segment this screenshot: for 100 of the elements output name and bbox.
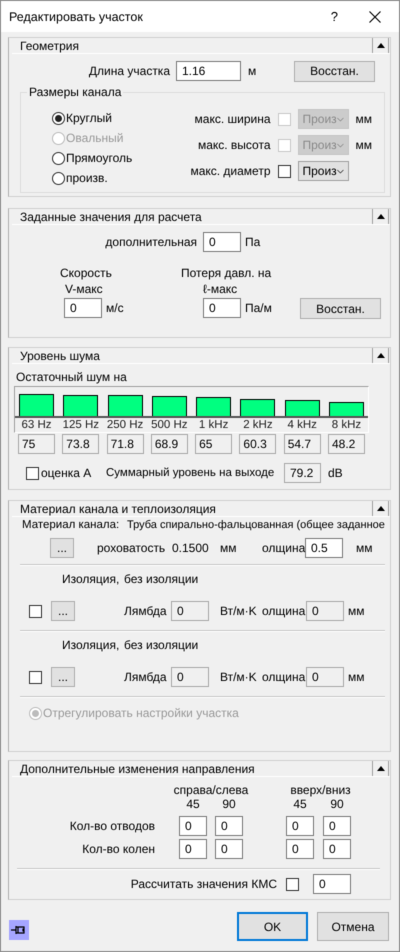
value-text: без изоляции (124, 638, 198, 652)
unit-label: Па/м (245, 301, 272, 315)
pin-icon (11, 924, 27, 936)
collapse-button[interactable] (372, 209, 389, 224)
checkbox[interactable] (286, 878, 299, 890)
radio-label: Овальный (66, 131, 124, 145)
radio-label: Отрегулировать настройки участка (43, 706, 239, 720)
input-field[interactable]: 0 (64, 298, 102, 318)
chevron-down-icon (336, 142, 344, 148)
value-field[interactable]: 0 (306, 601, 344, 621)
band-label: 2 kHz (242, 418, 274, 432)
help-button[interactable]: ? (330, 9, 338, 24)
band-label: 500 Hz (150, 418, 189, 432)
value-field[interactable]: 71.8 (106, 434, 144, 454)
group-title: Размеры канала (28, 85, 122, 99)
input-field[interactable]: 0 (286, 816, 314, 836)
value-field[interactable]: 48.2 (328, 434, 365, 454)
input-field[interactable]: 0 (323, 816, 351, 836)
browse-button[interactable]: ... (51, 667, 75, 687)
level-bar (328, 402, 364, 416)
field-label: Суммарный уровень на выходе (106, 467, 276, 479)
checkbox[interactable] (26, 466, 39, 480)
close-icon[interactable] (369, 10, 381, 22)
section-title: Заданные значения для расчета (20, 210, 202, 224)
dropdown[interactable]: Произ (298, 161, 348, 181)
row-label: Кол-во отводов (68, 819, 156, 833)
radio-label: Круглый (66, 111, 112, 125)
field-label: Длина участка (88, 64, 170, 78)
checkbox[interactable] (29, 604, 42, 618)
pin-button[interactable] (9, 920, 29, 940)
level-bar (240, 398, 276, 416)
column-header: 45 (292, 797, 308, 811)
checkbox[interactable] (29, 670, 42, 684)
value-field[interactable]: 0 (171, 601, 209, 621)
value-field[interactable]: 75 (18, 434, 55, 454)
unit-label: мм (348, 670, 364, 684)
input-field[interactable]: 0 (203, 232, 241, 252)
field-label: Изоляция, (62, 638, 120, 652)
collapse-button[interactable] (372, 348, 389, 363)
restore-button[interactable]: Восстан. (294, 60, 375, 82)
ok-button[interactable]: OK (237, 912, 308, 941)
value-text: без изоляции (124, 572, 198, 586)
field-label: олщина (262, 541, 305, 555)
unit-label: Вт/м·K (220, 604, 258, 618)
input-field[interactable]: 0.5 (305, 538, 343, 558)
input-field[interactable]: 0 (179, 816, 207, 836)
input-field[interactable]: 0 (179, 839, 207, 859)
level-bar (108, 395, 143, 416)
checkbox[interactable] (278, 164, 290, 178)
input-field[interactable]: 0 (286, 839, 314, 859)
input-field[interactable]: 0 (323, 839, 351, 859)
chevron-down-icon (336, 168, 344, 174)
radio-label: произв. (66, 171, 108, 185)
caret-up-icon (376, 43, 384, 48)
input-field[interactable]: 0 (203, 298, 241, 318)
caret-up-icon (376, 506, 384, 511)
cancel-button[interactable]: Отмена (317, 912, 389, 941)
field-label: V-макс (64, 282, 104, 296)
band-label: 4 kHz (286, 418, 318, 432)
column-header: справа/слева (173, 783, 249, 797)
radio-label: Прямоуголь (66, 151, 132, 165)
column-header: вверх/вниз (289, 783, 352, 797)
radio-button[interactable] (52, 152, 65, 164)
collapse-button[interactable] (372, 761, 389, 776)
input-field[interactable]: 0 (215, 816, 243, 836)
collapse-button[interactable] (372, 38, 389, 53)
value-field[interactable]: 60.3 (239, 434, 276, 454)
value-field[interactable]: 68.9 (150, 434, 188, 454)
radio-button[interactable] (52, 112, 65, 124)
radio-button[interactable] (52, 172, 65, 184)
caret-up-icon (376, 353, 384, 358)
value-field[interactable]: 79.2 (284, 463, 321, 483)
unit-label: мм (356, 138, 372, 152)
level-bar (63, 394, 98, 416)
field-label: макс. высота (196, 138, 270, 152)
length-field[interactable]: 1.16 (176, 61, 241, 81)
caret-up-icon (376, 214, 384, 219)
input-field[interactable]: 0 (215, 839, 243, 859)
value-field[interactable]: 0 (171, 667, 209, 687)
unit-label: мм (356, 112, 372, 126)
section-title: Материал канала и теплоизоляция (20, 502, 216, 516)
column-header: 45 (185, 797, 201, 811)
value-field[interactable]: 73.8 (62, 434, 100, 454)
browse-button[interactable]: ... (51, 601, 75, 621)
unit-label: Вт/м·K (220, 670, 258, 684)
caret-up-icon (376, 766, 384, 771)
input-field[interactable]: 0 (313, 874, 351, 894)
value-field[interactable]: 54.7 (284, 434, 321, 454)
level-bar (19, 394, 54, 416)
level-bar (284, 400, 320, 416)
restore-button[interactable]: Восстан. (300, 298, 381, 319)
section-title: Дополнительные изменения направления (20, 762, 255, 776)
value-field[interactable]: 0 (306, 667, 344, 687)
unit-label: мм (348, 604, 364, 618)
field-label: Материал канала: (22, 519, 120, 531)
collapse-button[interactable] (372, 501, 389, 516)
section-title: Уровень шума (20, 348, 100, 362)
chevron-down-icon (336, 116, 344, 122)
browse-button[interactable]: ... (50, 538, 74, 558)
value-field[interactable]: 65 (195, 434, 232, 454)
